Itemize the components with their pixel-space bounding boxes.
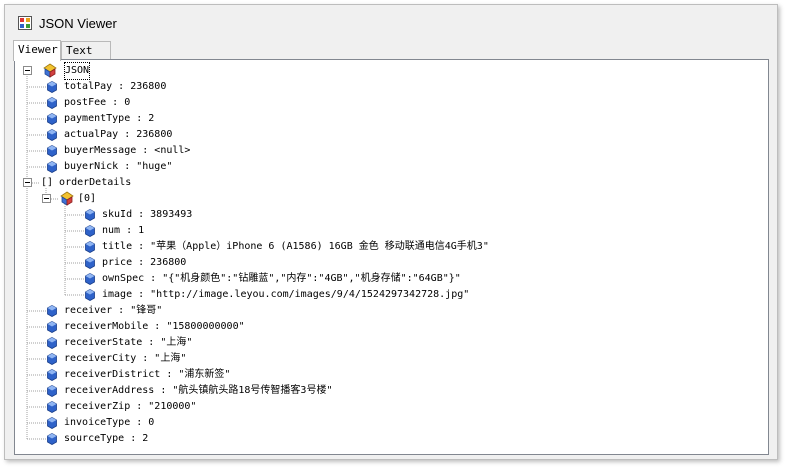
- window-title: JSON Viewer: [39, 16, 117, 31]
- value-icon: [47, 145, 57, 157]
- value-icon: [47, 369, 57, 381]
- tree-node-label: receiverCity : "上海": [64, 353, 187, 364]
- tree-leaf-node[interactable]: image : "http://image.leyou.com/images/9…: [15, 287, 755, 303]
- tree-node-label: [0]: [78, 193, 97, 204]
- tab-strip: Viewer Text: [13, 40, 777, 61]
- tree-leaf-node[interactable]: num : 1: [15, 223, 755, 239]
- tree-node-label: image : "http://image.leyou.com/images/9…: [102, 289, 470, 300]
- tree-leaf-node[interactable]: buyerMessage : <null>: [15, 143, 755, 159]
- app-icon: [18, 16, 32, 30]
- tree-node-label: num : 1: [102, 225, 145, 236]
- tree-node-label: skuId : 3893493: [102, 209, 193, 220]
- tree-root-label: JSON: [63, 62, 91, 80]
- value-icon: [47, 305, 57, 317]
- value-icon: [85, 209, 95, 221]
- tree-leaf-node[interactable]: receiver : "锋哥": [15, 303, 755, 319]
- value-icon: [47, 129, 57, 141]
- value-icon: [47, 433, 57, 445]
- tree-node-label: receiverMobile : "15800000000": [64, 321, 245, 332]
- value-icon: [47, 401, 57, 413]
- value-icon: [47, 353, 57, 365]
- tab-text[interactable]: Text: [61, 41, 111, 60]
- value-icon: [47, 385, 57, 397]
- tree-leaf-node[interactable]: invoiceType : 0: [15, 415, 755, 431]
- tree-array-node[interactable]: [] orderDetails: [15, 175, 755, 191]
- tree-leaf-node[interactable]: receiverState : "上海": [15, 335, 755, 351]
- json-tree[interactable]: JSON totalPay : 236800 postFee : 0 payment…: [15, 60, 768, 454]
- tree-object-node[interactable]: [0]: [15, 191, 755, 207]
- tab-viewer[interactable]: Viewer: [13, 40, 61, 61]
- tree-leaf-node[interactable]: postFee : 0: [15, 95, 755, 111]
- tree-node-label: [] orderDetails: [41, 177, 132, 188]
- tree-leaf-node[interactable]: paymentType : 2: [15, 111, 755, 127]
- tree-node-label: paymentType : 2: [64, 113, 155, 124]
- tree-node-label: sourceType : 2: [64, 433, 149, 444]
- tree-node-label: buyerMessage : <null>: [64, 145, 191, 156]
- value-icon: [85, 273, 95, 285]
- tree-leaf-node[interactable]: receiverMobile : "15800000000": [15, 319, 755, 335]
- tree-leaf-node[interactable]: skuId : 3893493: [15, 207, 755, 223]
- value-icon: [47, 161, 57, 173]
- tree-leaf-node[interactable]: totalPay : 236800: [15, 79, 755, 95]
- tree-leaf-node[interactable]: price : 236800: [15, 255, 755, 271]
- value-icon: [85, 289, 95, 301]
- tree-node-label: postFee : 0: [64, 97, 131, 108]
- collapse-toggle-icon[interactable]: [42, 194, 51, 203]
- tree-node-label: ownSpec : "{"机身颜色":"钻雕蓝","内存":"4GB","机身存…: [102, 273, 461, 284]
- tree-node-label: price : 236800: [102, 257, 187, 268]
- tree-leaf-node[interactable]: receiverCity : "上海": [15, 351, 755, 367]
- tree-leaf-node[interactable]: actualPay : 236800: [15, 127, 755, 143]
- tree-node-label: totalPay : 236800: [64, 81, 167, 92]
- tree-leaf-node[interactable]: sourceType : 2: [15, 431, 755, 447]
- value-icon: [47, 81, 57, 93]
- tree-node-label: receiverDistrict : "浦东新签": [64, 369, 231, 380]
- value-icon: [85, 241, 95, 253]
- tree-leaf-node[interactable]: receiverDistrict : "浦东新签": [15, 367, 755, 383]
- tree-node-label: receiverZip : "210000": [64, 401, 197, 412]
- title-bar: JSON Viewer: [5, 5, 777, 39]
- value-icon: [47, 337, 57, 349]
- json-object-icon: [60, 191, 74, 206]
- value-icon: [47, 113, 57, 125]
- collapse-toggle-icon[interactable]: [23, 178, 32, 187]
- json-object-icon: [43, 63, 57, 78]
- tree-node-label: receiverState : "上海": [64, 337, 193, 348]
- tree-leaf-node[interactable]: receiverZip : "210000": [15, 399, 755, 415]
- tree-leaf-node[interactable]: receiverAddress : "航头镇航头路18号传智播客3号楼": [15, 383, 755, 399]
- value-icon: [85, 257, 95, 269]
- collapse-toggle-icon[interactable]: [23, 66, 32, 75]
- tree-node-label: receiverAddress : "航头镇航头路18号传智播客3号楼": [64, 385, 333, 396]
- tree-node-label: buyerNick : "huge": [64, 161, 173, 172]
- app-window: JSON Viewer Viewer Text JSON totalPay : …: [4, 4, 778, 460]
- tree-leaf-node[interactable]: buyerNick : "huge": [15, 159, 755, 175]
- tree-node-label: receiver : "锋哥": [64, 305, 163, 316]
- tree-leaf-node[interactable]: title : "苹果（Apple）iPhone 6 (A1586) 16GB …: [15, 239, 755, 255]
- value-icon: [47, 321, 57, 333]
- tree-root-node[interactable]: JSON: [15, 62, 135, 80]
- tree-node-label: invoiceType : 0: [64, 417, 155, 428]
- value-icon: [85, 225, 95, 237]
- tree-leaf-node[interactable]: ownSpec : "{"机身颜色":"钻雕蓝","内存":"4GB","机身存…: [15, 271, 755, 287]
- tree-panel[interactable]: JSON totalPay : 236800 postFee : 0 payment…: [14, 59, 769, 455]
- value-icon: [47, 97, 57, 109]
- tree-node-label: title : "苹果（Apple）iPhone 6 (A1586) 16GB …: [102, 241, 489, 252]
- value-icon: [47, 417, 57, 429]
- tree-node-label: actualPay : 236800: [64, 129, 173, 140]
